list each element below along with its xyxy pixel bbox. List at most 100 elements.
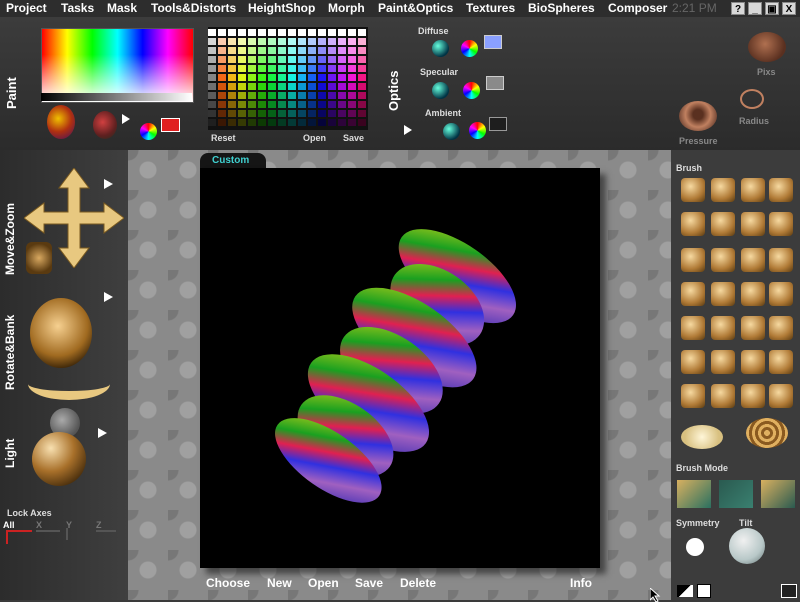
rotate-arrow-icon[interactable] bbox=[28, 368, 110, 400]
palette-swatch[interactable] bbox=[348, 56, 356, 63]
paint-menu-arrow-icon[interactable] bbox=[122, 114, 130, 124]
brush-option-icon[interactable] bbox=[769, 178, 793, 202]
brush-mode-2-icon[interactable] bbox=[719, 480, 753, 508]
palette-swatch[interactable] bbox=[238, 56, 246, 63]
palette-swatch[interactable] bbox=[318, 92, 326, 99]
brush-option-icon[interactable] bbox=[681, 350, 705, 374]
specular-material-ball-icon[interactable] bbox=[432, 82, 449, 99]
palette-swatch[interactable] bbox=[328, 83, 336, 90]
palette-swatch[interactable] bbox=[228, 29, 236, 36]
brush-option-icon[interactable] bbox=[711, 212, 735, 236]
palette-swatch[interactable] bbox=[308, 65, 316, 72]
palette-swatch[interactable] bbox=[278, 110, 286, 117]
palette-swatch[interactable] bbox=[308, 110, 316, 117]
menu-heightshop[interactable]: HeightShop bbox=[248, 0, 315, 17]
palette-swatch[interactable] bbox=[208, 29, 216, 36]
palette-swatch[interactable] bbox=[328, 101, 336, 108]
brush-option-icon[interactable] bbox=[769, 350, 793, 374]
palette-swatch[interactable] bbox=[318, 101, 326, 108]
mask-face-icon[interactable] bbox=[47, 105, 75, 139]
menu-textures[interactable]: Textures bbox=[466, 0, 515, 17]
palette-swatch[interactable] bbox=[258, 110, 266, 117]
palette-open-button[interactable]: Open bbox=[303, 133, 326, 143]
palette-swatch[interactable] bbox=[298, 92, 306, 99]
palette-swatch[interactable] bbox=[328, 65, 336, 72]
palette-swatch[interactable] bbox=[278, 119, 286, 126]
palette-swatch[interactable] bbox=[228, 119, 236, 126]
lock-axes-x-icon[interactable] bbox=[36, 530, 60, 542]
brush-option-icon[interactable] bbox=[769, 212, 793, 236]
palette-swatch[interactable] bbox=[258, 83, 266, 90]
palette-swatch[interactable] bbox=[298, 119, 306, 126]
menu-tasks[interactable]: Tasks bbox=[61, 0, 94, 17]
palette-swatch[interactable] bbox=[268, 101, 276, 108]
palette-swatch[interactable] bbox=[318, 65, 326, 72]
color-spectrum-picker[interactable] bbox=[41, 28, 194, 103]
palette-swatch[interactable] bbox=[218, 101, 226, 108]
palette-swatch[interactable] bbox=[268, 56, 276, 63]
palette-swatch[interactable] bbox=[308, 119, 316, 126]
palette-swatch[interactable] bbox=[278, 47, 286, 54]
brush-option-icon[interactable] bbox=[741, 282, 765, 306]
diffuse-color-wheel-icon[interactable] bbox=[461, 40, 478, 57]
palette-swatch[interactable] bbox=[268, 65, 276, 72]
palette-swatch[interactable] bbox=[248, 92, 256, 99]
menu-mask[interactable]: Mask bbox=[107, 0, 137, 17]
palette-swatch[interactable] bbox=[228, 92, 236, 99]
palette-swatch[interactable] bbox=[248, 119, 256, 126]
palette-swatch[interactable] bbox=[238, 38, 246, 45]
brush-option-icon[interactable] bbox=[769, 282, 793, 306]
palette-swatch[interactable] bbox=[308, 74, 316, 81]
palette-swatch[interactable] bbox=[258, 29, 266, 36]
lock-axes-z-icon[interactable] bbox=[96, 530, 116, 542]
palette-swatch[interactable] bbox=[328, 38, 336, 45]
palette-swatch[interactable] bbox=[248, 29, 256, 36]
palette-swatch[interactable] bbox=[308, 56, 316, 63]
palette-swatch[interactable] bbox=[348, 92, 356, 99]
choose-button[interactable]: Choose bbox=[206, 576, 250, 590]
palette-swatch[interactable] bbox=[328, 56, 336, 63]
palette-swatch[interactable] bbox=[208, 101, 216, 108]
palette-swatch[interactable] bbox=[268, 47, 276, 54]
palette-swatch[interactable] bbox=[278, 38, 286, 45]
palette-swatch[interactable] bbox=[308, 47, 316, 54]
palette-swatch[interactable] bbox=[208, 83, 216, 90]
palette-swatch[interactable] bbox=[348, 29, 356, 36]
new-button[interactable]: New bbox=[267, 576, 292, 590]
info-button[interactable]: Info bbox=[570, 576, 592, 590]
palette-swatch[interactable] bbox=[328, 110, 336, 117]
current-color-swatch[interactable] bbox=[161, 118, 180, 132]
brush-option-icon[interactable] bbox=[711, 384, 735, 408]
palette-swatch[interactable] bbox=[338, 56, 346, 63]
brush-option-icon[interactable] bbox=[741, 178, 765, 202]
palette-swatch[interactable] bbox=[208, 119, 216, 126]
palette-swatch[interactable] bbox=[288, 83, 296, 90]
palette-swatch[interactable] bbox=[358, 38, 366, 45]
brush-option-icon[interactable] bbox=[741, 316, 765, 340]
palette-swatch[interactable] bbox=[238, 110, 246, 117]
move-zoom-menu-arrow-icon[interactable] bbox=[104, 179, 113, 189]
specular-color-wheel-icon[interactable] bbox=[463, 82, 480, 99]
brush-mode-1-icon[interactable] bbox=[677, 480, 711, 508]
optics-menu-arrow-icon[interactable] bbox=[404, 125, 412, 135]
palette-swatch[interactable] bbox=[248, 47, 256, 54]
palette-swatch[interactable] bbox=[348, 110, 356, 117]
palette-swatch[interactable] bbox=[218, 38, 226, 45]
brush-option-icon[interactable] bbox=[681, 316, 705, 340]
palette-swatch[interactable] bbox=[238, 101, 246, 108]
brush-option-icon[interactable] bbox=[741, 248, 765, 272]
palette-swatch[interactable] bbox=[218, 119, 226, 126]
palette-swatch[interactable] bbox=[258, 47, 266, 54]
palette-swatch[interactable] bbox=[248, 110, 256, 117]
color-palette-grid[interactable] bbox=[208, 27, 368, 130]
palette-swatch[interactable] bbox=[238, 74, 246, 81]
menu-tools-distorts[interactable]: Tools&Distorts bbox=[151, 0, 236, 17]
palette-swatch[interactable] bbox=[338, 74, 346, 81]
brush-ring-icon[interactable] bbox=[746, 418, 788, 448]
palette-swatch[interactable] bbox=[208, 110, 216, 117]
palette-swatch[interactable] bbox=[338, 92, 346, 99]
palette-swatch[interactable] bbox=[238, 83, 246, 90]
palette-swatch[interactable] bbox=[328, 92, 336, 99]
palette-swatch[interactable] bbox=[348, 38, 356, 45]
palette-swatch[interactable] bbox=[308, 38, 316, 45]
